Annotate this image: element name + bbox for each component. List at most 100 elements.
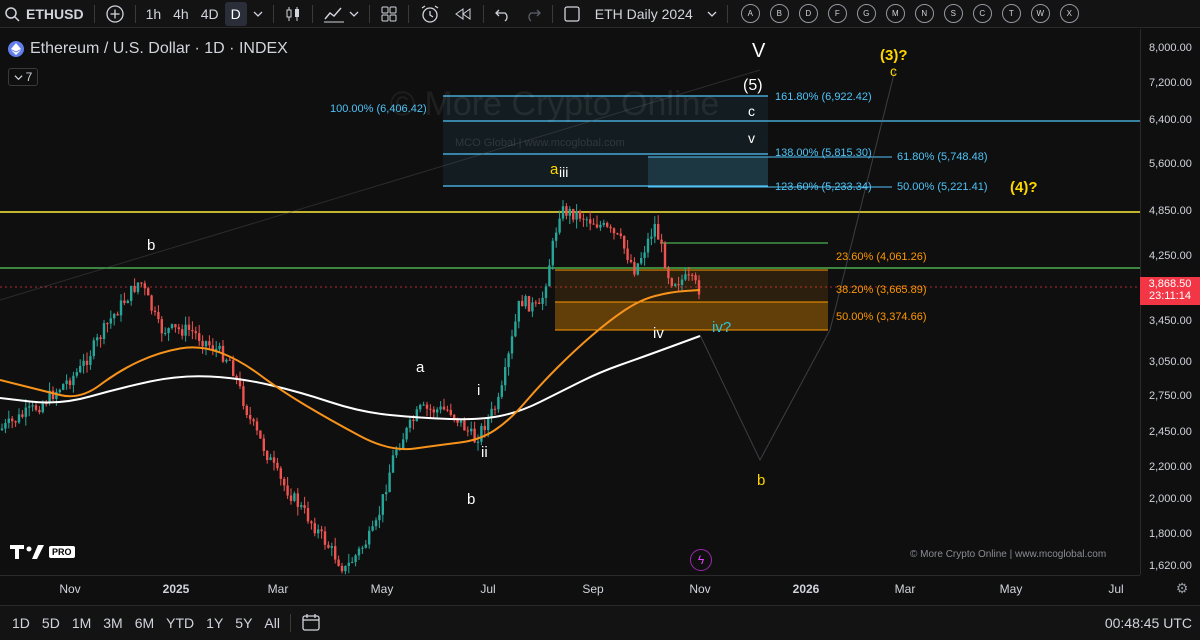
wave-label-3-question: (3)? [880,47,908,64]
timeframe-d[interactable]: D [224,1,247,26]
quick-button-c[interactable]: C [972,4,992,23]
candle-body [670,278,673,286]
quick-button-a[interactable]: A [740,4,760,23]
quick-button-m[interactable]: M [885,4,905,23]
indicators-icon [323,7,344,22]
quick-button-f[interactable]: F [827,4,847,23]
price-tick: 6,400.00 [1149,114,1192,126]
quick-button-n[interactable]: N [914,4,934,23]
candle-body [310,521,313,524]
candle-body [255,421,259,431]
candle-body [623,235,626,249]
candle-body [684,274,687,280]
candle-body [619,233,622,236]
layouts-button[interactable] [374,2,404,26]
price-axis[interactable]: 8,000.00 7,200.00 6,400.00 5,600.00 4,850.00… [1140,29,1200,575]
candle-body [157,312,160,320]
bottom-toolbar: 1D 5D 1M 3M 6M YTD 1Y 5Y All 00:48:45 UTC [0,605,1200,640]
layout-selector[interactable]: ETH Daily 2024 [557,2,723,26]
candle-body [368,530,371,545]
square-icon [564,5,580,22]
range-1y[interactable]: 1Y [200,615,229,631]
range-5d[interactable]: 5D [36,615,66,631]
candle-body [531,302,534,312]
quick-button-g[interactable]: G [856,4,876,23]
legend-title: Ethereum / U.S. Dollar · 1D · INDEX [30,40,288,57]
candle-body [38,409,41,413]
candle-body [344,565,347,572]
indicator-count: 7 [25,70,33,84]
candle-body [276,462,279,469]
divider [134,4,136,23]
candle-body [347,562,350,566]
candle-body [126,300,129,304]
candle-body [687,274,690,276]
quick-button-t[interactable]: T [1001,4,1021,23]
candle-body [153,310,157,313]
chart-type-button[interactable] [278,2,308,26]
utc-clock[interactable]: 00:48:45 UTC [1105,615,1192,631]
lightning-icon[interactable]: ϟ [690,549,712,571]
timeframe-4d[interactable]: 4D [195,2,225,26]
compare-button[interactable] [99,2,131,26]
undo-button[interactable] [488,2,518,26]
indicator-collapse-toggle[interactable]: 7 [8,68,38,86]
range-1m[interactable]: 1M [66,615,97,631]
candle-body [694,275,697,281]
time-label: Nov [59,582,81,596]
chart-pane[interactable]: © More Crypto Online MCO Global | www.mc… [0,29,1140,575]
quick-button-d[interactable]: D [798,4,818,23]
symbol-legend[interactable]: Ethereum / U.S. Dollar · 1D · INDEX [8,40,288,58]
tradingview-logo-icon [10,545,44,559]
undo-icon [494,9,508,22]
quick-button-b[interactable]: B [769,4,789,23]
candle-body [147,288,150,296]
plus-circle-icon [105,4,124,23]
quick-button-x[interactable]: X [1059,4,1079,23]
time-label: Nov [689,582,711,596]
quick-button-w[interactable]: W [1030,4,1050,23]
time-axis[interactable]: Nov 2025 Mar May Jul Sep Nov 2026 Mar May Jul [0,575,1140,601]
time-label: Jul [1108,582,1124,596]
range-3m[interactable]: 3M [97,615,128,631]
last-price: 3,868.50 [1148,278,1192,290]
range-all[interactable]: All [258,615,286,631]
candle-body [140,282,143,284]
timeframe-dropdown[interactable] [247,2,269,26]
wave-label-4-question: (4)? [1010,179,1038,196]
candle-body [432,409,435,413]
candle-body [521,300,524,307]
candle-body [24,407,27,417]
candle-body [657,224,660,240]
alert-button[interactable] [413,2,447,26]
range-6m[interactable]: 6M [129,615,160,631]
candle-body [170,324,174,329]
redo-button[interactable] [518,2,548,26]
quick-button-s[interactable]: S [943,4,963,23]
candle-body [534,302,537,304]
range-ytd[interactable]: YTD [160,615,200,631]
chart-credit: © More Crypto Online | www.mcoglobal.com [910,549,1107,560]
indicators-button[interactable] [317,2,365,26]
tradingview-logo: PRO [10,545,75,559]
candle-body [616,233,619,235]
candle-body [374,520,378,527]
candle-body [174,324,177,328]
price-axis-settings-icon[interactable]: ⚙ [1170,578,1194,598]
candle-body [21,414,24,417]
candle-body [568,208,571,216]
candle-body [232,360,235,377]
range-1d[interactable]: 1D [6,615,36,631]
timeframe-1h[interactable]: 1h [140,2,168,26]
wave-label-a-yellow: a [550,161,559,178]
symbol-search[interactable]: ETHUSD [0,2,90,26]
symbol-label: ETHUSD [26,5,84,22]
goto-date-button[interactable] [295,613,327,634]
replay-button[interactable] [447,2,479,26]
fib-label-50-lower: 50.00% (3,374.66) [836,311,927,323]
range-5y[interactable]: 5Y [229,615,258,631]
candle-body [89,356,92,365]
candle-body [378,514,381,521]
candle-body [51,390,55,400]
timeframe-4h[interactable]: 4h [167,2,195,26]
